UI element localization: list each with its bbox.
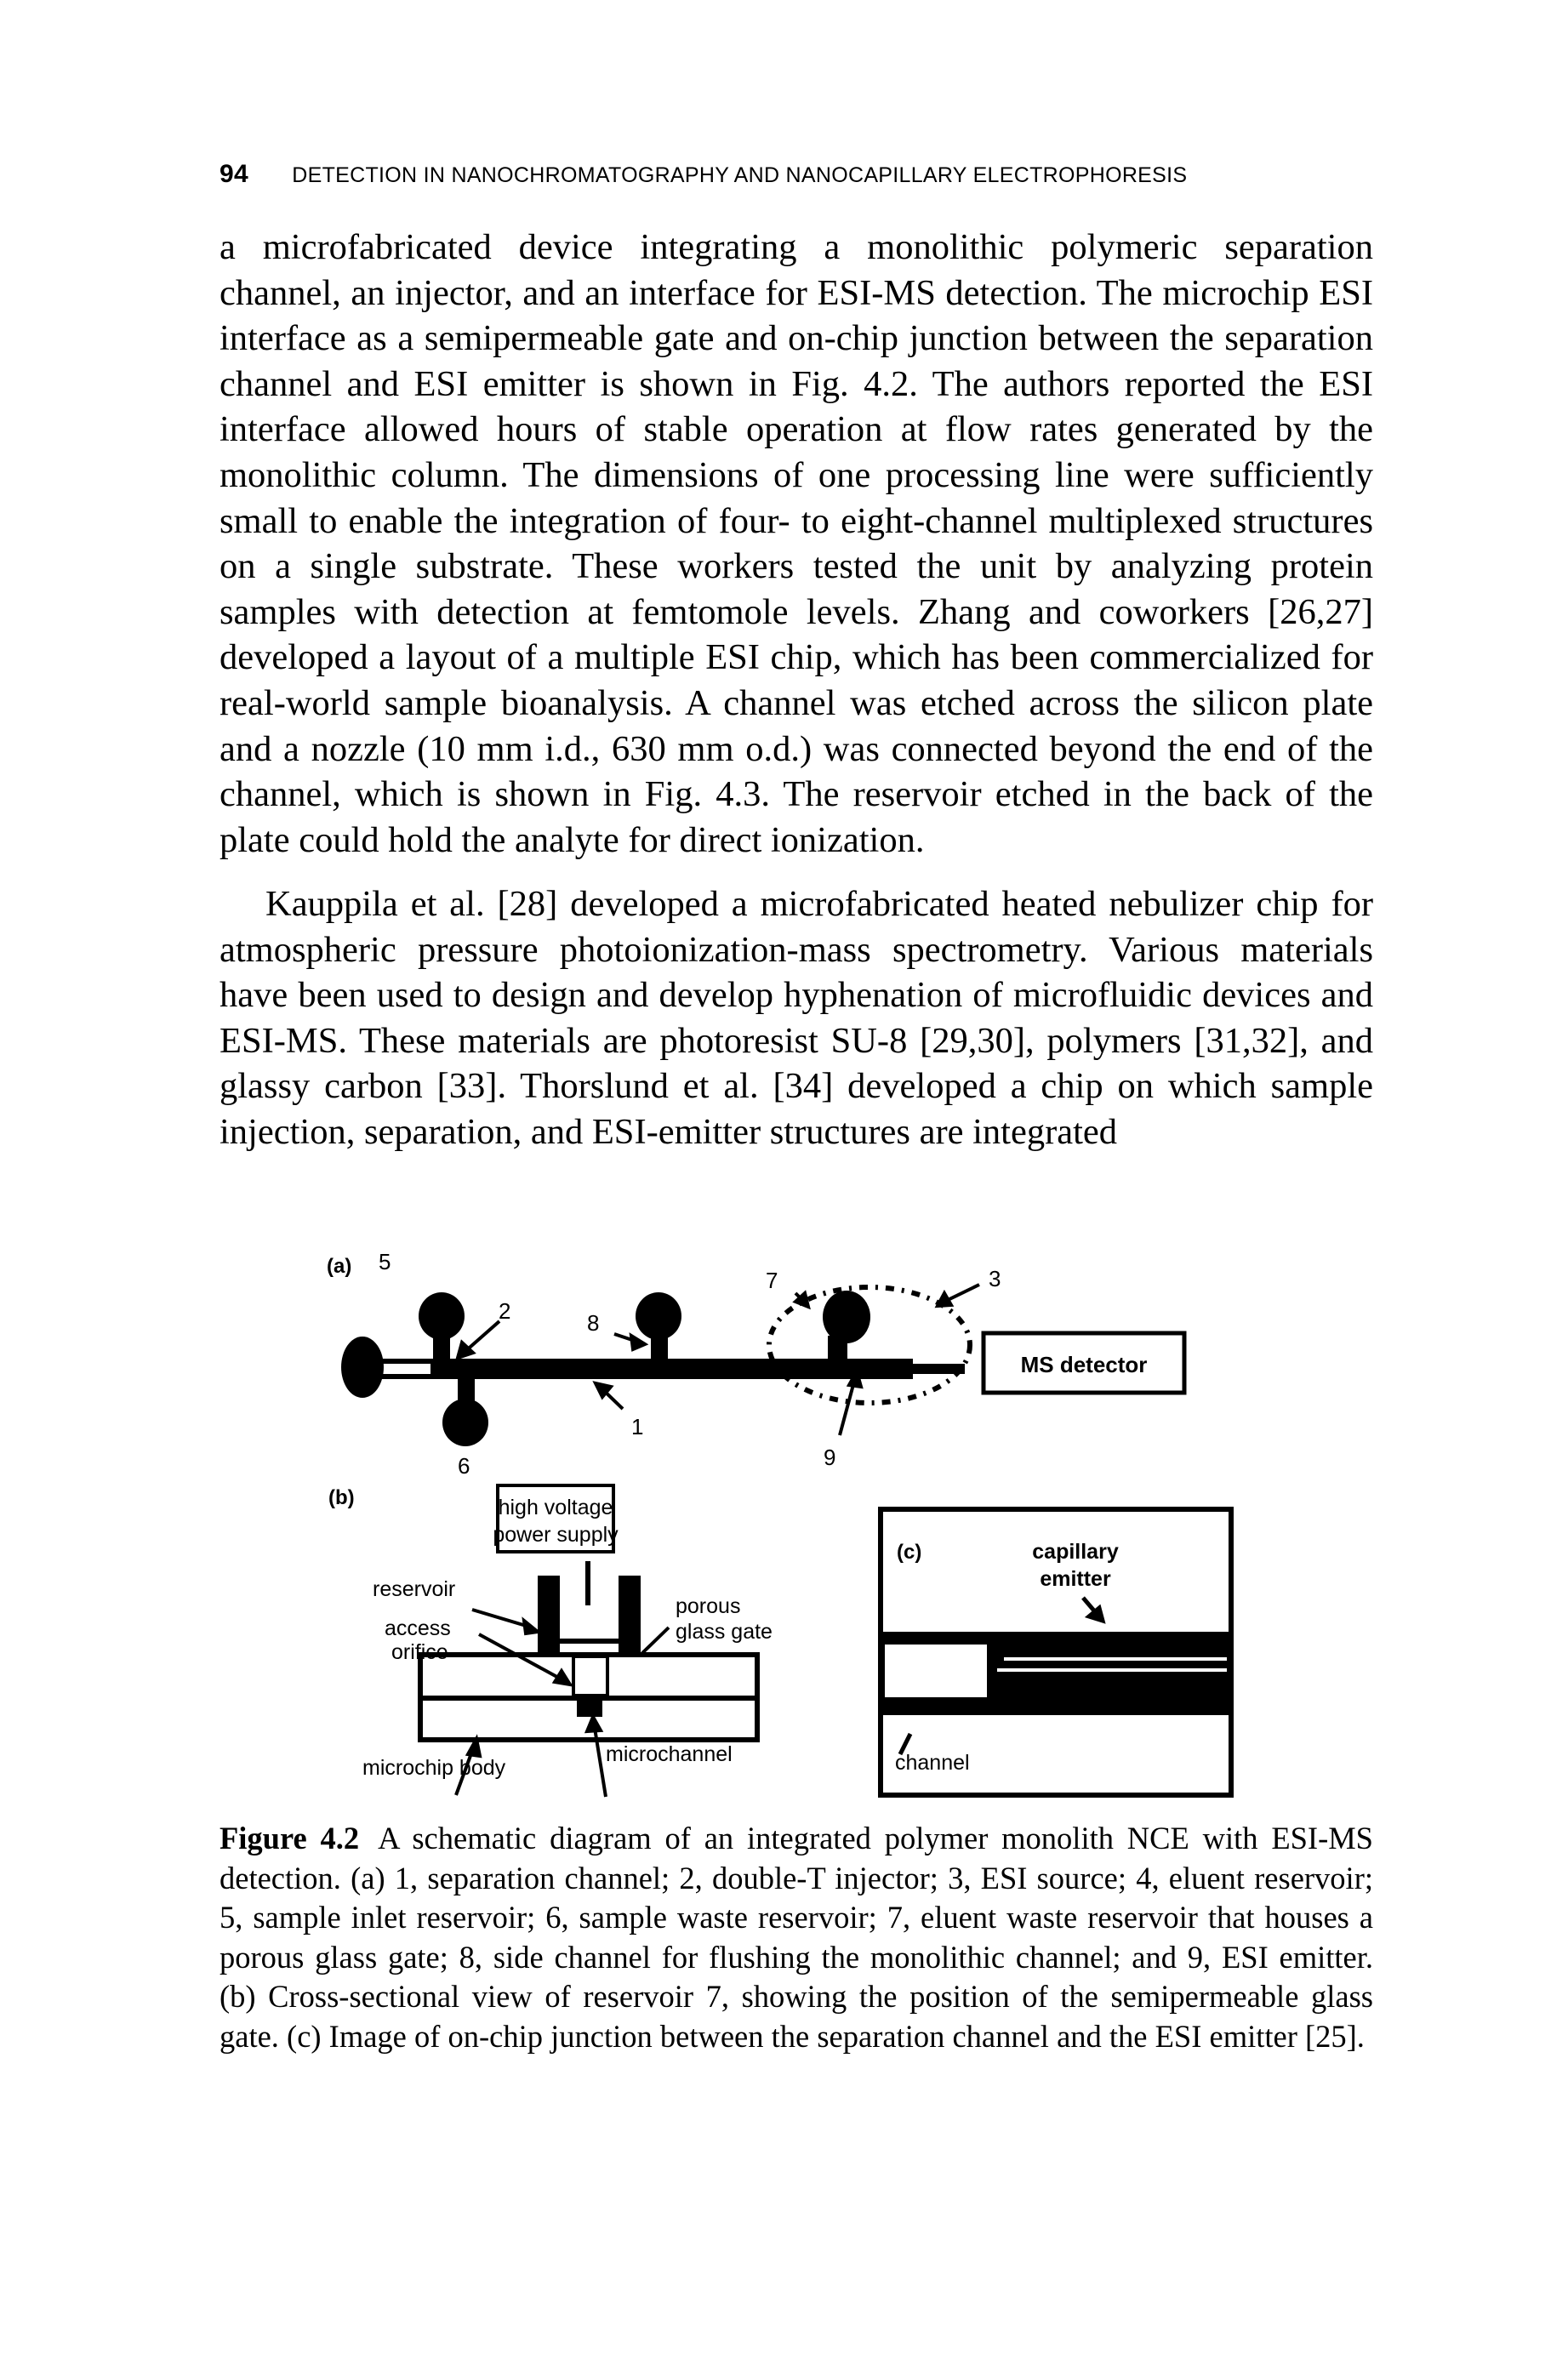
label-num-9: 9: [824, 1445, 835, 1470]
label-num-5: 5: [379, 1249, 391, 1274]
porous-gate-label-1: porous: [676, 1594, 740, 1618]
side-channel-reservoir: [636, 1292, 681, 1340]
sample-waste-reservoir: [442, 1399, 488, 1446]
hv-label-line1: high voltage: [499, 1496, 613, 1519]
capillary-emitter-label-2: emitter: [1040, 1567, 1111, 1591]
panel-a-label: (a): [327, 1255, 351, 1278]
eluent-channel-bottom: [379, 1374, 430, 1379]
arrow-porous-gate: [641, 1626, 670, 1655]
channel-label: channel: [895, 1751, 970, 1775]
label-num-3: 3: [989, 1266, 1001, 1291]
reservoir-7-stem: [828, 1336, 847, 1361]
porous-gate-label-2: glass gate: [676, 1620, 773, 1644]
microchannel-label: microchannel: [606, 1742, 733, 1766]
capillary-line-2: [997, 1668, 1227, 1672]
eluent-channel-top: [379, 1359, 430, 1364]
reservoir-wall-right: [619, 1576, 641, 1657]
running-head: 94 DETECTION IN NANOCHROMATOGRAPHY AND N…: [220, 160, 1187, 189]
label-num-2: 2: [499, 1298, 510, 1324]
paragraph-text: Kauppila et al. [28] developed a microfa…: [220, 884, 1373, 1152]
panel-b: (b) high voltage power supply reservoir …: [328, 1484, 773, 1798]
channel-region: [885, 1645, 987, 1697]
access-orifice-label-1: access: [385, 1616, 451, 1640]
figure-4-2: (a) MS detector 7 5 2 8 1 6 3 9 (b) high…: [323, 1234, 1259, 1812]
ms-detector-label: MS detector: [1021, 1352, 1148, 1377]
figure-caption: Figure 4.2 A schematic diagram of an inte…: [220, 1819, 1373, 2057]
panel-a: (a) MS detector 7 5 2 8 1 6 3 9: [327, 1249, 1187, 1479]
panel-c-label: (c): [897, 1541, 921, 1564]
label-num-1: 1: [631, 1414, 643, 1439]
eluent-reservoir: [341, 1337, 384, 1398]
porous-glass-gate: [560, 1639, 619, 1644]
capillary-emitter-label-1: capillary: [1032, 1540, 1119, 1564]
capillary-line-1: [1004, 1657, 1227, 1661]
eluent-waste-reservoir: [823, 1291, 870, 1343]
microchannel: [577, 1700, 602, 1717]
caption-label: Figure 4.2: [220, 1821, 360, 1856]
panel-c: (c) capillary emitter channel: [878, 1507, 1234, 1798]
figure-diagram: (a) MS detector 7 5 2 8 1 6 3 9 (b) high…: [327, 1249, 1234, 1798]
separation-channel: [430, 1359, 670, 1379]
panel-b-label: (b): [328, 1486, 355, 1509]
label-num-7: 7: [766, 1268, 778, 1293]
hv-label-line2: power supply: [493, 1523, 619, 1547]
paragraph-text: a microfabricated device integrating a m…: [220, 227, 1373, 860]
access-orifice-label-2: orifice: [391, 1640, 448, 1664]
reservoir-8-stem: [651, 1334, 668, 1361]
electrode: [585, 1561, 590, 1605]
running-title: DETECTION IN NANOCHROMATOGRAPHY AND NANO…: [292, 163, 1188, 187]
microchip-body-label: microchip body: [362, 1756, 506, 1780]
reservoir-wall-left: [538, 1576, 560, 1657]
sample-inlet-reservoir: [419, 1292, 465, 1340]
body-paragraph-1: a microfabricated device integrating a m…: [220, 225, 1373, 863]
caption-text: A schematic diagram of an integrated pol…: [220, 1821, 1373, 2054]
label-num-6: 6: [458, 1453, 470, 1479]
page-number: 94: [220, 160, 248, 188]
channel-to-emitter: [749, 1359, 913, 1379]
reservoir-6-stem: [458, 1377, 475, 1404]
reservoir-5-stem: [433, 1334, 450, 1361]
access-orifice: [572, 1655, 609, 1697]
label-num-8: 8: [587, 1310, 599, 1336]
reservoir-label: reservoir: [373, 1577, 455, 1601]
body-paragraph-2: Kauppila et al. [28] developed a microfa…: [220, 881, 1373, 1155]
